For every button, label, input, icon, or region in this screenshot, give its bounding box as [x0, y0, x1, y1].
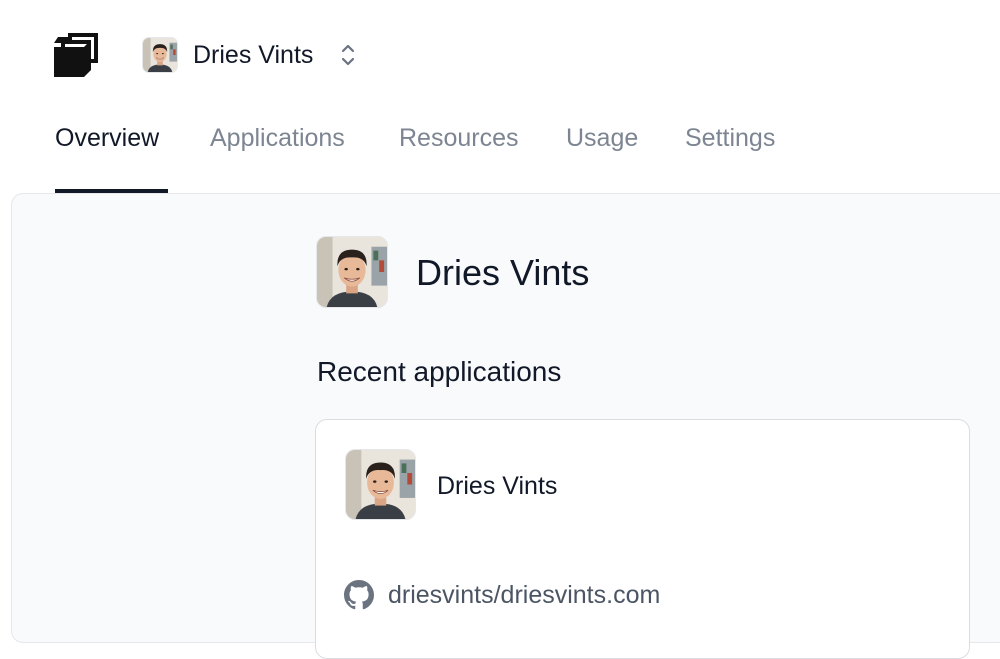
tab-settings[interactable]: Settings — [685, 124, 775, 153]
top-bar: Dries Vints — [0, 0, 1000, 110]
tab-applications[interactable]: Applications — [210, 124, 345, 153]
application-card[interactable]: Dries Vints driesvints/driesvints.com — [315, 419, 970, 659]
chevron-up-down-icon — [342, 44, 355, 66]
org-name: Dries Vints — [193, 40, 314, 69]
tab-bar: Overview Applications Resources Usage Se… — [0, 110, 1000, 194]
application-repo[interactable]: driesvints/driesvints.com — [344, 580, 660, 610]
org-switcher[interactable]: Dries Vints — [142, 35, 357, 75]
profile-name: Dries Vints — [416, 252, 590, 293]
repo-link[interactable]: driesvints/driesvints.com — [388, 581, 660, 610]
tab-resources[interactable]: Resources — [399, 124, 519, 153]
tab-usage[interactable]: Usage — [566, 124, 638, 153]
stacked-squares-logo-icon[interactable] — [54, 33, 98, 77]
recent-applications-title: Recent applications — [317, 356, 562, 387]
application-avatar — [345, 449, 416, 520]
github-icon — [344, 580, 374, 610]
application-name: Dries Vints — [437, 472, 558, 500]
profile-avatar — [316, 236, 388, 308]
user-avatar — [142, 37, 178, 73]
tab-overview[interactable]: Overview — [55, 124, 159, 153]
